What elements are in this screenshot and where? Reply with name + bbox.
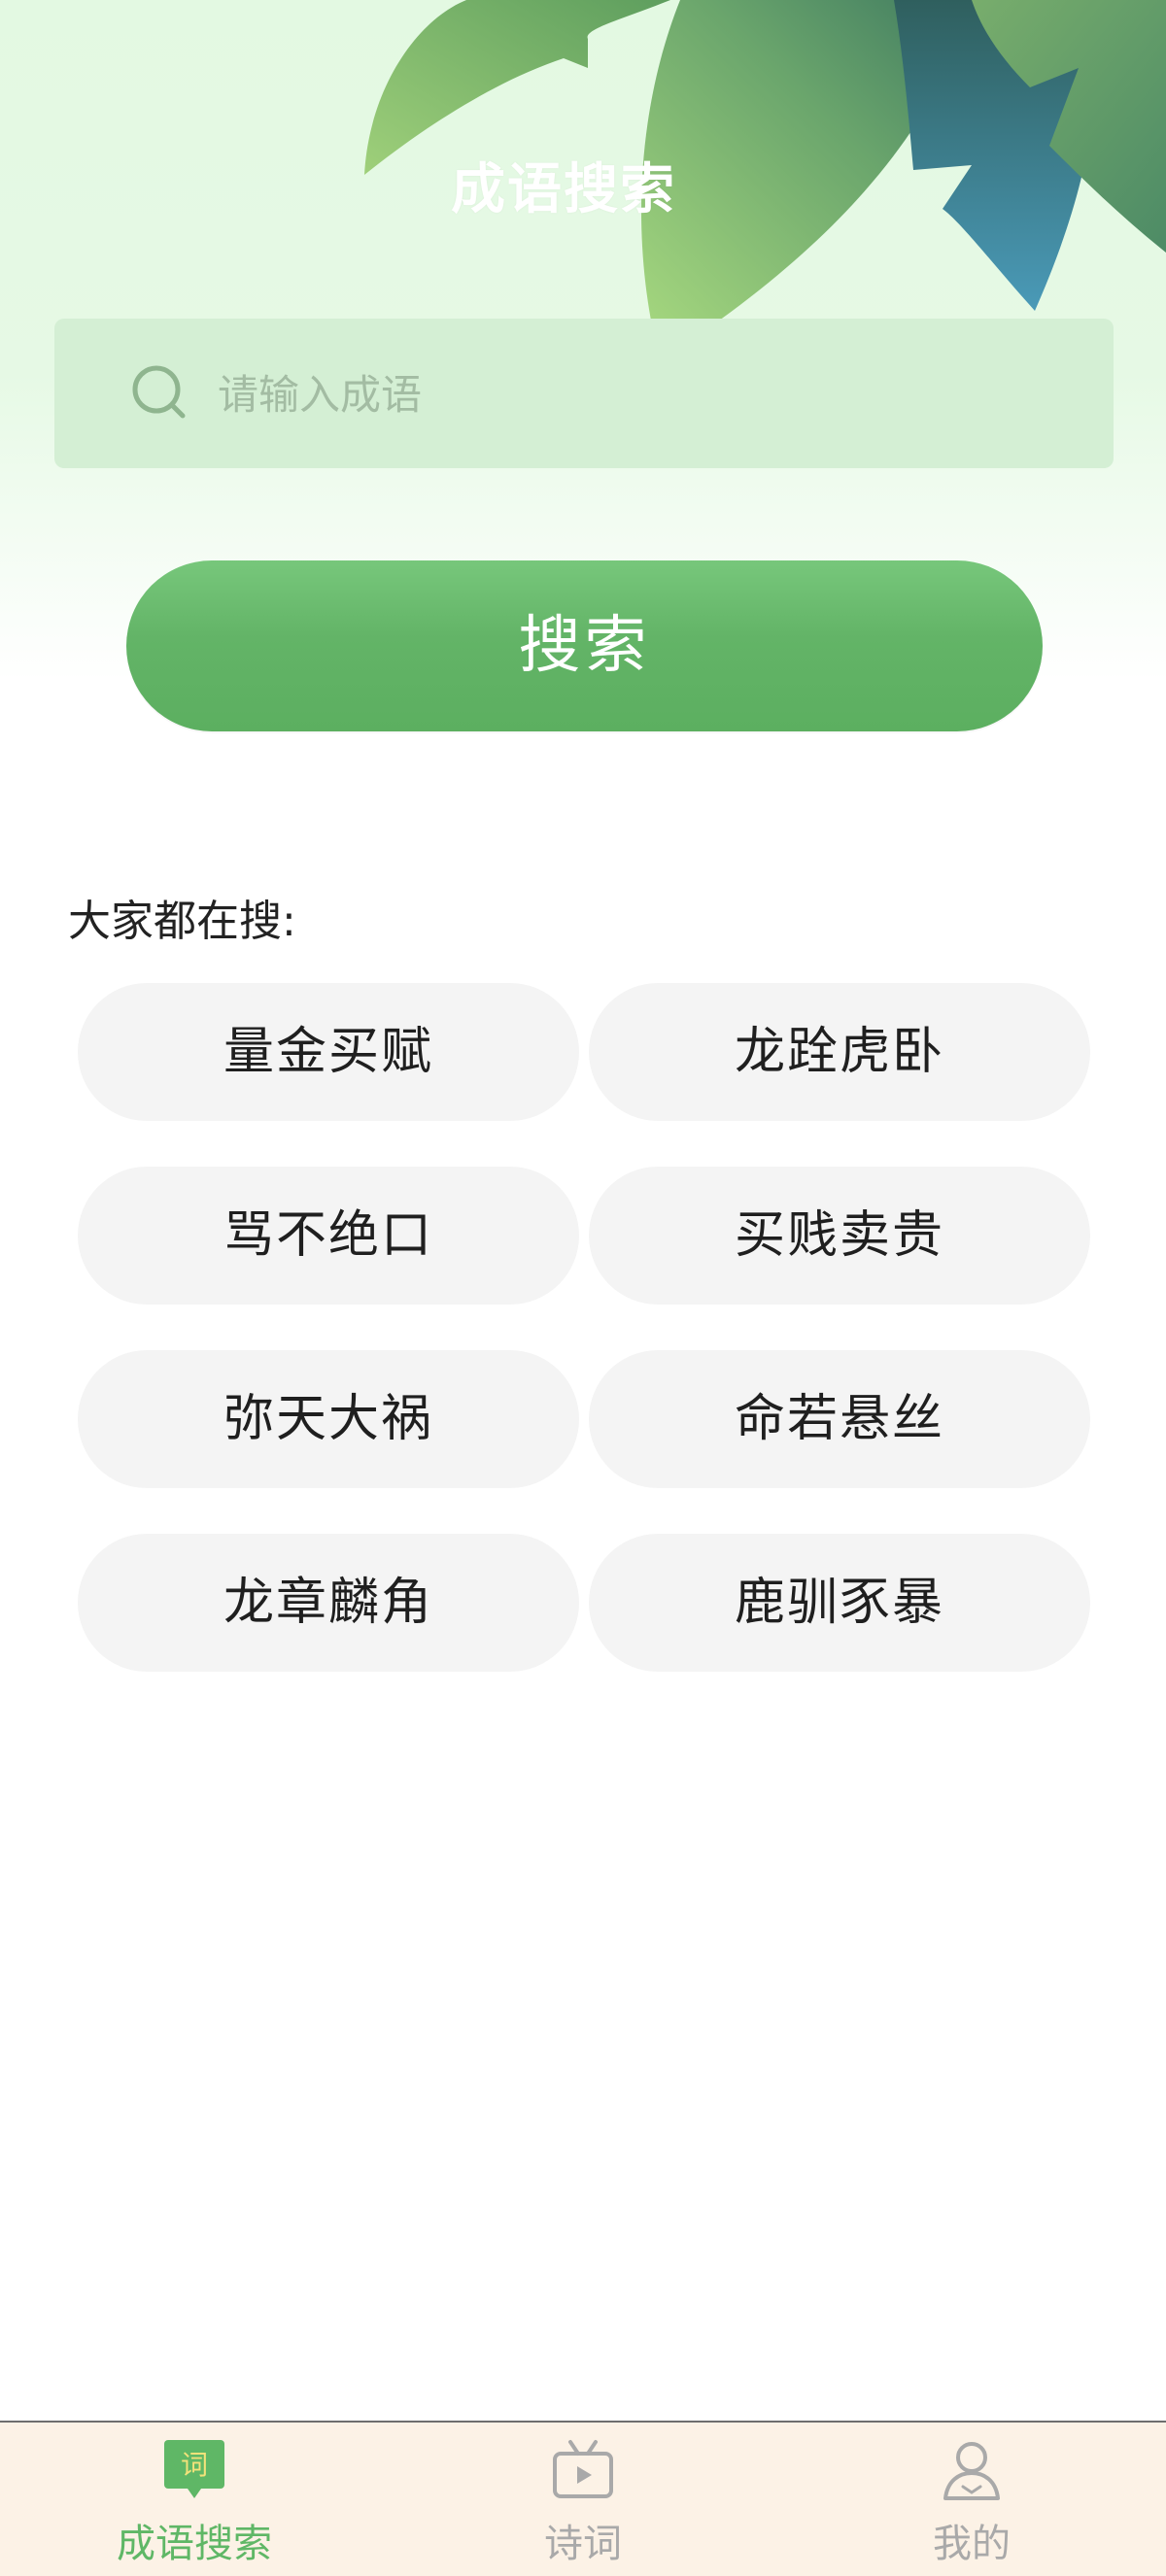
- page-title: 成语搜索: [451, 158, 676, 221]
- idiom-chip[interactable]: 龙跧虎卧: [589, 983, 1090, 1121]
- user-icon: [943, 2442, 1000, 2500]
- bottom-tab-bar: 词 成语搜索 诗词 我的: [0, 2421, 1166, 2576]
- tab-label: 成语搜索: [117, 2522, 272, 2566]
- idiom-chip[interactable]: 量金买赋: [78, 983, 579, 1121]
- idiom-chip[interactable]: 命若悬丝: [589, 1350, 1090, 1488]
- idiom-chip[interactable]: 鹿驯豕暴: [589, 1534, 1090, 1672]
- search-input[interactable]: [216, 357, 1055, 431]
- idiom-chip[interactable]: 龙章麟角: [78, 1534, 579, 1672]
- tab-label: 我的: [933, 2522, 1011, 2566]
- search-box[interactable]: [54, 319, 1114, 468]
- tab-label: 诗词: [544, 2522, 622, 2566]
- idiom-search-page: 成语搜索 搜索 大家都在搜: 量金买赋 龙跧虎卧 骂不绝口 买贱卖贵 弥天大祸 …: [0, 0, 1166, 2576]
- idiom-chat-icon: 词: [164, 2440, 224, 2498]
- idiom-chip[interactable]: 骂不绝口: [78, 1167, 579, 1305]
- tab-idiom-search[interactable]: 词 成语搜索: [0, 2423, 389, 2576]
- tab-mine[interactable]: 我的: [777, 2423, 1166, 2576]
- svg-text:词: 词: [181, 2449, 208, 2481]
- idiom-chip[interactable]: 买贱卖贵: [589, 1167, 1090, 1305]
- idiom-chip[interactable]: 弥天大祸: [78, 1350, 579, 1488]
- tv-play-icon: [553, 2440, 613, 2498]
- search-icon: [132, 365, 186, 419]
- popular-searches-label: 大家都在搜:: [68, 897, 296, 946]
- search-button[interactable]: 搜索: [126, 560, 1043, 731]
- tab-poetry[interactable]: 诗词: [389, 2423, 777, 2576]
